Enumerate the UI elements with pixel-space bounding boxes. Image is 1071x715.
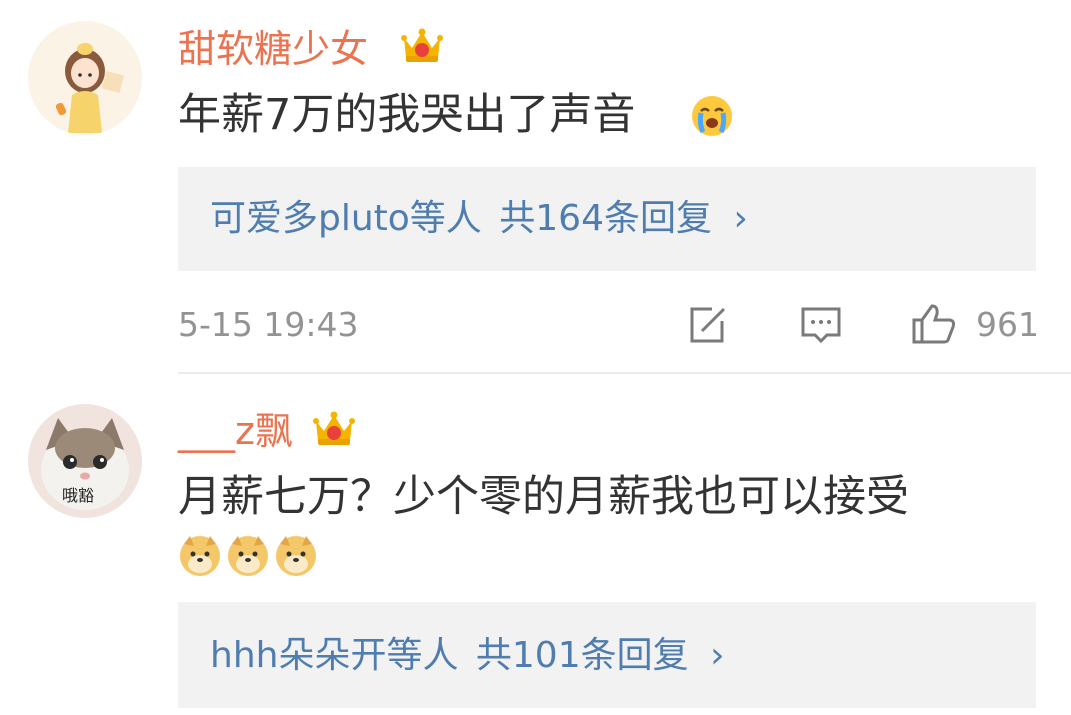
reply-summary[interactable]: 可爱多pluto等人 共164条回复 › bbox=[178, 167, 1036, 271]
divider bbox=[178, 372, 1071, 374]
crown-icon bbox=[401, 28, 443, 62]
doge-emoji-icon bbox=[180, 536, 220, 576]
crying-emoji-icon bbox=[692, 96, 732, 136]
like-icon[interactable] bbox=[910, 302, 958, 346]
doge-emoji-icon bbox=[276, 536, 316, 576]
crown-icon bbox=[313, 411, 355, 445]
avatar[interactable] bbox=[28, 21, 142, 135]
reply-users[interactable]: hhh朵朵开等人 bbox=[210, 635, 458, 676]
username[interactable]: ___z飘 bbox=[178, 412, 293, 450]
username[interactable]: 甜软糖少女 bbox=[178, 30, 368, 68]
chevron-right-icon: › bbox=[733, 198, 748, 239]
chevron-right-icon: › bbox=[710, 635, 725, 676]
comment-text: 年薪7万的我哭出了声音 bbox=[178, 90, 636, 140]
timestamp: 5-15 19:43 bbox=[178, 305, 359, 344]
reply-users[interactable]: 可爱多pluto等人 bbox=[210, 198, 482, 239]
girl-avatar-image bbox=[28, 21, 142, 135]
comment-text: 月薪七万？少个零的月薪我也可以接受 bbox=[178, 472, 909, 522]
reply-count[interactable]: 共164条回复 bbox=[499, 198, 712, 239]
avatar[interactable]: 哦豁 bbox=[28, 404, 142, 518]
comment-icon[interactable] bbox=[799, 305, 843, 345]
avatar-caption: 哦豁 bbox=[62, 486, 95, 505]
like-count: 961 bbox=[976, 305, 1039, 344]
reply-summary[interactable]: hhh朵朵开等人 共101条回复 › bbox=[178, 602, 1036, 708]
emoji-row bbox=[178, 534, 328, 580]
share-icon[interactable] bbox=[686, 305, 728, 345]
doge-emoji-icon bbox=[228, 536, 268, 576]
reply-count[interactable]: 共101条回复 bbox=[476, 635, 689, 676]
